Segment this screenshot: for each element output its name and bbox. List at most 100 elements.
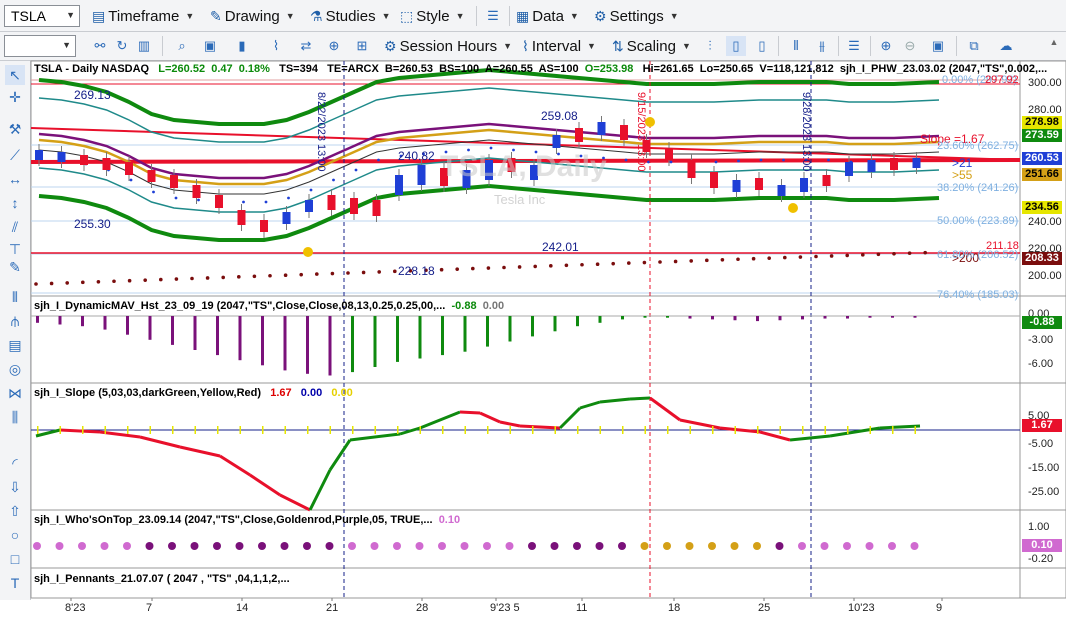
- candle-body: [665, 148, 673, 160]
- ma200-dot: [159, 277, 163, 282]
- vline-label-3: 9/28/2023 13:00: [800, 92, 812, 172]
- histogram-bar: [868, 316, 872, 318]
- ask-value: A=260.55: [484, 63, 533, 75]
- candle-body: [215, 195, 223, 208]
- symbol-label: TSLA - Daily NASDAQ: [34, 63, 150, 75]
- candle-body: [395, 175, 403, 195]
- ma21-dot: [242, 200, 245, 204]
- histogram-bar: [801, 316, 804, 320]
- osc-tick: -6.00: [1028, 358, 1054, 370]
- price-label-mid: 240.82: [398, 149, 435, 163]
- slope-tick: [442, 426, 444, 434]
- histogram-bar: [171, 316, 174, 345]
- bid-value: B=260.53: [384, 63, 433, 75]
- candle-body: [755, 178, 763, 190]
- histogram-bar: [913, 316, 917, 318]
- histogram-bar: [283, 316, 287, 371]
- whosontop-dot: [213, 542, 221, 550]
- ma21-dot: [332, 178, 335, 182]
- whosontop-dot: [595, 542, 604, 550]
- candle-body: [102, 158, 111, 170]
- ma200-dot: [471, 266, 475, 271]
- histogram-bar: [36, 316, 39, 323]
- whosontop-dot: [550, 542, 559, 550]
- candle-body: [350, 198, 358, 214]
- time-tick: 10'23: [848, 602, 875, 614]
- candle-body: [80, 155, 88, 165]
- whosontop-dot: [708, 542, 716, 550]
- osc-badge: 1.67: [1022, 419, 1062, 432]
- histogram-bar: [666, 316, 669, 318]
- histogram-bar: [846, 316, 849, 319]
- candle-body: [575, 128, 583, 142]
- candle-body: [282, 212, 291, 224]
- ma21-dot: [354, 168, 358, 172]
- chart-canvas[interactable]: [0, 0, 1066, 629]
- candle-body: [845, 162, 853, 176]
- slope-tick: [37, 426, 39, 434]
- candle-body: [57, 152, 66, 162]
- ma200-dot: [907, 251, 912, 255]
- ma200-dot: [237, 275, 241, 279]
- slope-tick: [329, 426, 331, 434]
- ma200-dot: [517, 265, 522, 269]
- slope-tick: [779, 426, 781, 434]
- slope-value3: 0.00: [331, 387, 353, 399]
- histogram-bar: [373, 316, 377, 367]
- ma21-dot: [152, 190, 155, 194]
- histogram-bar: [216, 316, 219, 356]
- slope-tick: [532, 426, 534, 434]
- candle-body: [147, 170, 156, 182]
- ma21-dot: [129, 178, 133, 182]
- whosontop-dot: [865, 542, 874, 550]
- whosontop-dot: [640, 542, 649, 550]
- histogram-bar: [418, 316, 422, 359]
- whosontop-dot: [753, 542, 761, 550]
- ma200-dot: [502, 265, 506, 270]
- histogram-bar: [711, 316, 714, 320]
- ma200-dot: [268, 273, 272, 278]
- time-tick: 21: [326, 602, 339, 614]
- whosontop-dot: [618, 542, 626, 550]
- whosontop-dot: [258, 542, 266, 550]
- osc-tick: -0.20: [1028, 553, 1054, 565]
- ma200-dot: [439, 267, 444, 272]
- price-label-peak: 259.08: [541, 109, 578, 123]
- ma200-dot: [112, 279, 116, 284]
- low-value: L=260.52: [158, 63, 206, 75]
- slope-tick: [104, 426, 106, 434]
- slope-tick: [599, 426, 601, 434]
- ma21-dot: [197, 198, 200, 202]
- histogram-bar: [576, 316, 579, 327]
- histogram-bar: [58, 316, 62, 325]
- watermark: TSLA, Daily: [440, 150, 607, 183]
- ma200-dot: [252, 274, 257, 279]
- ma200-dot: [876, 252, 881, 257]
- slope-tick: [667, 426, 669, 434]
- price-badge: 273.59: [1022, 129, 1062, 142]
- slope-tick: [757, 426, 759, 434]
- candle-body: [890, 158, 898, 170]
- slope-tick: [239, 426, 241, 434]
- candle-body: [125, 162, 133, 175]
- ma200-dot: [377, 270, 382, 274]
- histogram-bar: [193, 316, 197, 350]
- osc-tick: -25.00: [1028, 486, 1060, 498]
- panel2-title: sjh_I_DynamicMAV_Hst_23_09_19 (2047,"TS"…: [34, 300, 504, 312]
- lo-value: Lo=250.65: [699, 63, 754, 75]
- whosontop-dot: [843, 542, 851, 550]
- histogram-bar: [351, 316, 354, 373]
- price-tick: 280.00: [1028, 104, 1062, 116]
- slope-tick: [127, 426, 129, 434]
- price-badge: 234.56: [1022, 201, 1062, 214]
- ma200-dot: [81, 280, 85, 285]
- ma21-dot: [827, 158, 830, 162]
- ma200-dot: [330, 271, 335, 276]
- whosontop-dot: [123, 542, 131, 550]
- candle-body: [777, 185, 786, 196]
- whosontop-dot: [145, 542, 154, 550]
- slope-tick: [824, 426, 826, 434]
- whosontop-dot: [775, 542, 784, 550]
- candle-body: [260, 220, 268, 232]
- ma21-dot: [759, 158, 763, 162]
